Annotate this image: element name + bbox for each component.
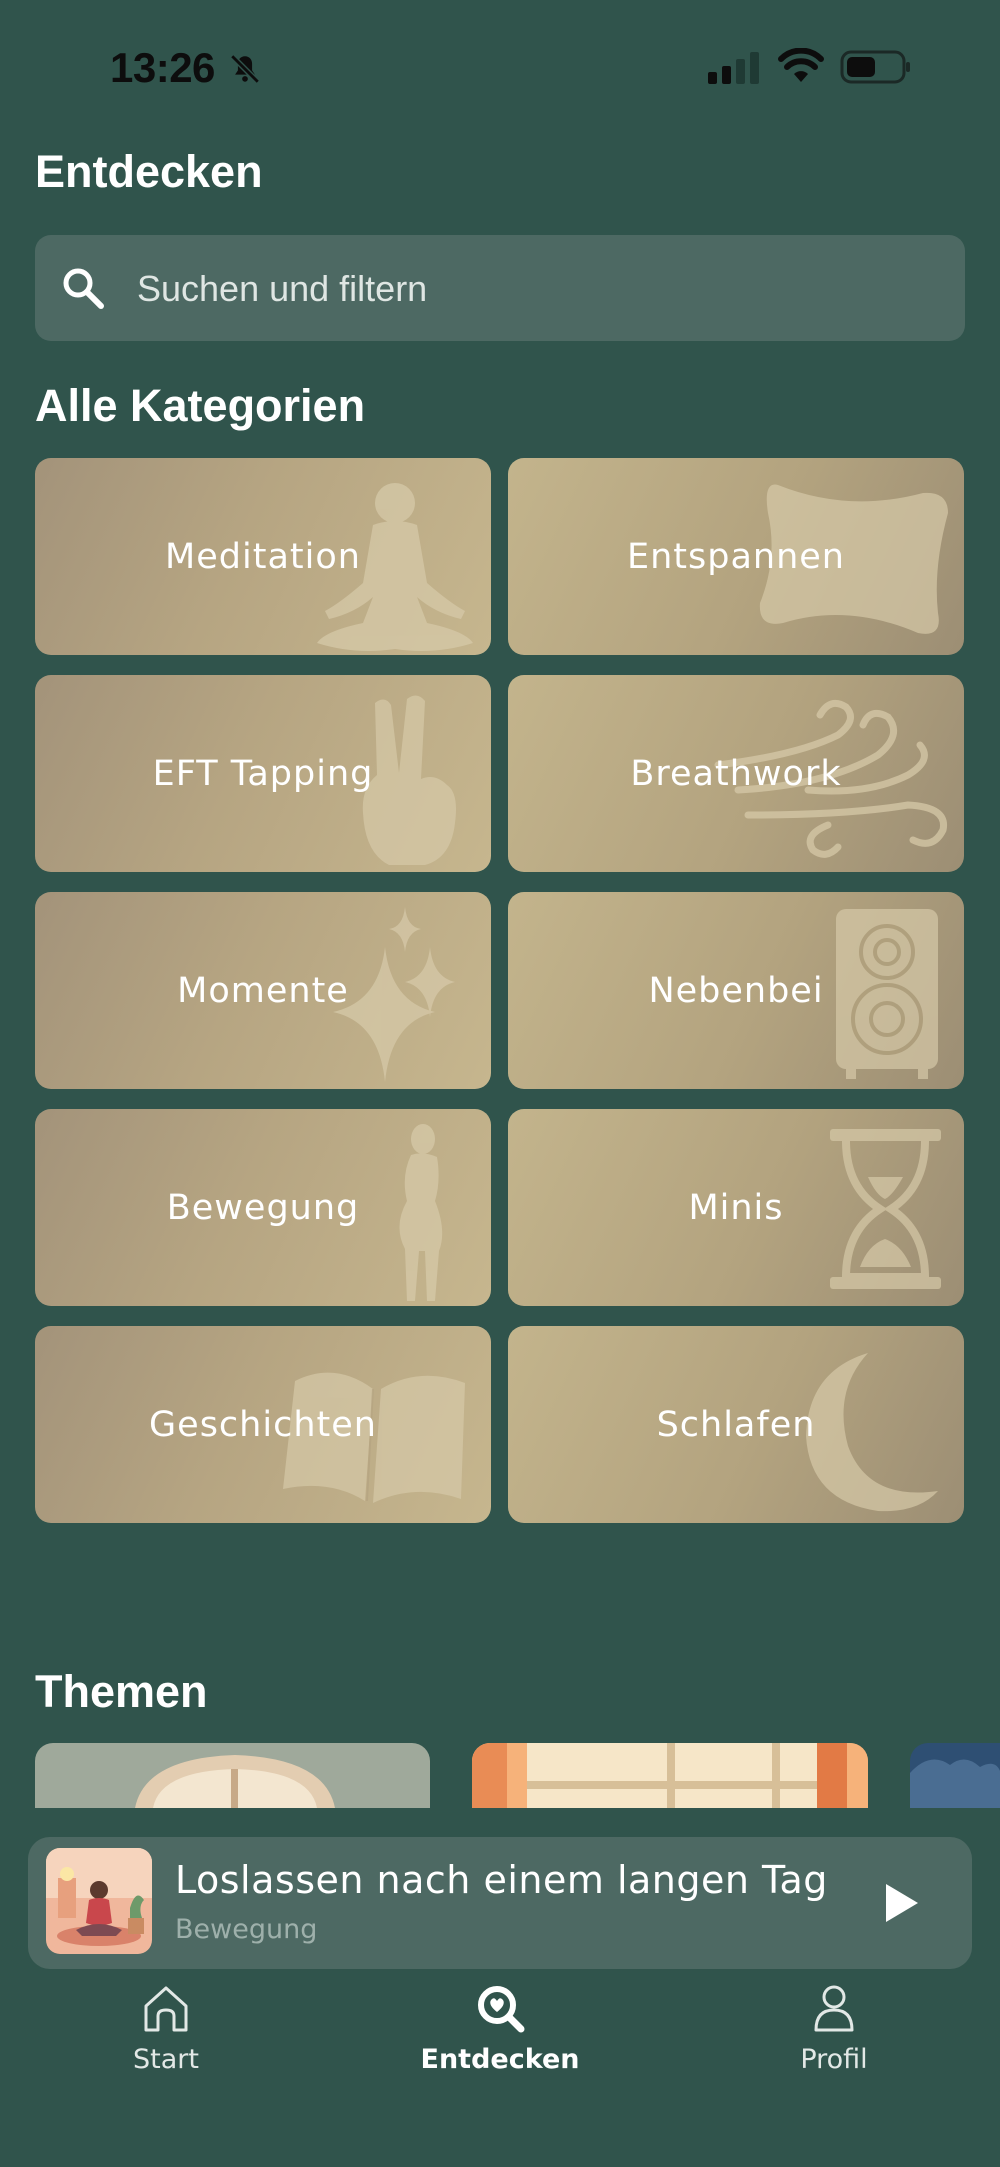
category-tile-entspannen[interactable]: Entspannen [508,458,964,655]
discover-icon [478,1986,525,2033]
profile-icon [814,1985,854,2032]
wifi-icon [778,48,824,82]
search-icon [63,268,104,309]
theme-illustration-window [472,1743,868,1808]
theme-card[interactable] [472,1743,868,1808]
category-tile-breathwork[interactable]: Breathwork [508,675,964,872]
category-tile-nebenbei[interactable]: Nebenbei [508,892,964,1089]
category-label: Breathwork [630,753,842,794]
themes-title: Themen [35,1666,208,1717]
cellular-signal-icon [708,52,759,84]
battery-icon [840,50,910,84]
status-time: 13:26 [110,44,215,91]
category-tile-bewegung[interactable]: Bewegung [35,1109,491,1306]
play-icon[interactable] [876,1880,922,1926]
category-tile-minis[interactable]: Minis [508,1109,964,1306]
theme-card[interactable] [35,1743,430,1808]
tab-label: Entdecken [420,2044,580,2075]
category-label: Minis [688,1187,784,1228]
category-tile-schlafen[interactable]: Schlafen [508,1326,964,1523]
theme-illustration-clouds [910,1759,1000,1808]
category-label: Bewegung [166,1187,360,1228]
bell-muted-icon [230,54,260,84]
categories-title: Alle Kategorien [35,380,366,431]
tab-label: Start [133,2044,199,2075]
tab-label: Profil [800,2044,868,2075]
status-bar: 13:26 [0,0,1000,130]
tab-entdecken[interactable]: Entdecken [400,1980,600,2090]
home-icon [144,1986,188,2032]
category-label: Momente [177,970,349,1011]
now-playing-category: Bewegung [175,1914,318,1945]
category-label: Geschichten [149,1404,377,1445]
page-title: Entdecken [35,146,263,197]
category-tile-geschichten[interactable]: Geschichten [35,1326,491,1523]
category-tile-meditation[interactable]: Meditation [35,458,491,655]
now-playing-artwork [46,1848,152,1954]
category-tile-momente[interactable]: Momente [35,892,491,1089]
category-label: Meditation [165,536,361,577]
category-label: Nebenbei [648,970,824,1011]
search-placeholder: Suchen und filtern [137,268,428,309]
now-playing-title: Loslassen nach einem langen Tag [175,1858,828,1902]
category-tile-eft-tapping[interactable]: EFT Tapping [35,675,491,872]
theme-card[interactable] [910,1743,1000,1808]
tab-profil[interactable]: Profil [734,1980,934,2090]
now-playing-bar[interactable] [28,1837,972,1969]
category-label: Entspannen [626,536,845,577]
category-label: EFT Tapping [152,753,374,794]
tab-start[interactable]: Start [66,1980,266,2090]
theme-illustration-arch-window [135,1755,335,1808]
category-label: Schlafen [656,1404,816,1445]
